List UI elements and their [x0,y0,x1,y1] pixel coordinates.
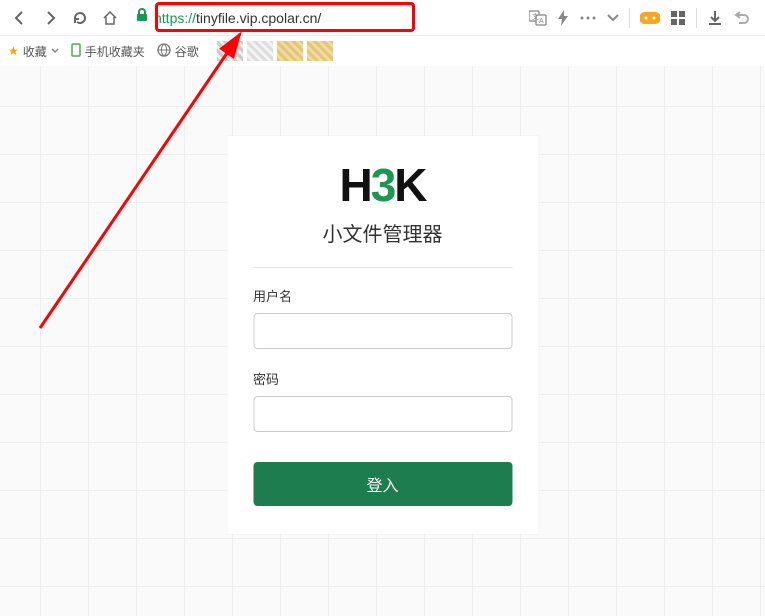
mobile-icon [71,43,81,60]
gamepad-icon[interactable] [640,11,660,25]
reload-icon [72,10,88,26]
bookmark-thumb[interactable] [217,41,243,61]
chevron-down-icon[interactable] [607,14,619,22]
divider [253,267,512,268]
translate-icon[interactable]: 文A [529,10,547,26]
password-label: 密码 [253,369,512,388]
download-icon[interactable] [707,10,723,26]
undo-icon[interactable] [733,10,749,26]
bookmark-label: 收藏 [23,43,47,60]
password-input[interactable] [253,396,512,432]
svg-text:文: 文 [532,12,539,21]
username-label: 用户名 [253,286,512,305]
svg-text:A: A [539,18,544,25]
lock-icon [136,8,148,27]
reload-button[interactable] [68,6,92,30]
toolbar-divider [696,8,697,28]
url-text: https://tinyfile.vip.cpolar.cn/ [154,10,321,26]
arrow-right-icon [42,10,58,26]
globe-icon [157,43,171,60]
bookmark-mobile[interactable]: 手机收藏夹 [71,43,145,60]
login-card: H3K 小文件管理器 用户名 密码 登入 [227,136,538,534]
bookmark-google[interactable]: 谷歌 [157,43,199,60]
bookmark-label: 手机收藏夹 [85,43,145,60]
bookmark-thumb[interactable] [277,41,303,61]
bookmark-favorites[interactable]: ★ 收藏 [8,43,59,60]
back-button[interactable] [8,6,32,30]
login-button[interactable]: 登入 [253,462,512,506]
arrow-left-icon [12,10,28,26]
star-icon: ★ [8,44,19,58]
home-icon [102,10,118,26]
app-logo: H3K [253,158,512,212]
forward-button[interactable] [38,6,62,30]
address-bar[interactable]: https://tinyfile.vip.cpolar.cn/ [128,4,523,32]
bookmark-label: 谷歌 [175,43,199,60]
username-input[interactable] [253,313,512,349]
toolbar-divider [629,8,630,28]
app-title: 小文件管理器 [253,218,512,247]
browser-toolbar: https://tinyfile.vip.cpolar.cn/ 文A [0,0,765,36]
grid-icon[interactable] [670,10,686,26]
home-button[interactable] [98,6,122,30]
chevron-down-icon [51,48,59,54]
bookmark-bar: ★ 收藏 手机收藏夹 谷歌 [0,36,765,66]
bookmark-thumbs [217,41,333,61]
bookmark-thumb[interactable] [307,41,333,61]
bookmark-thumb[interactable] [247,41,273,61]
lightning-icon[interactable] [557,10,569,26]
more-icon[interactable] [579,15,597,21]
